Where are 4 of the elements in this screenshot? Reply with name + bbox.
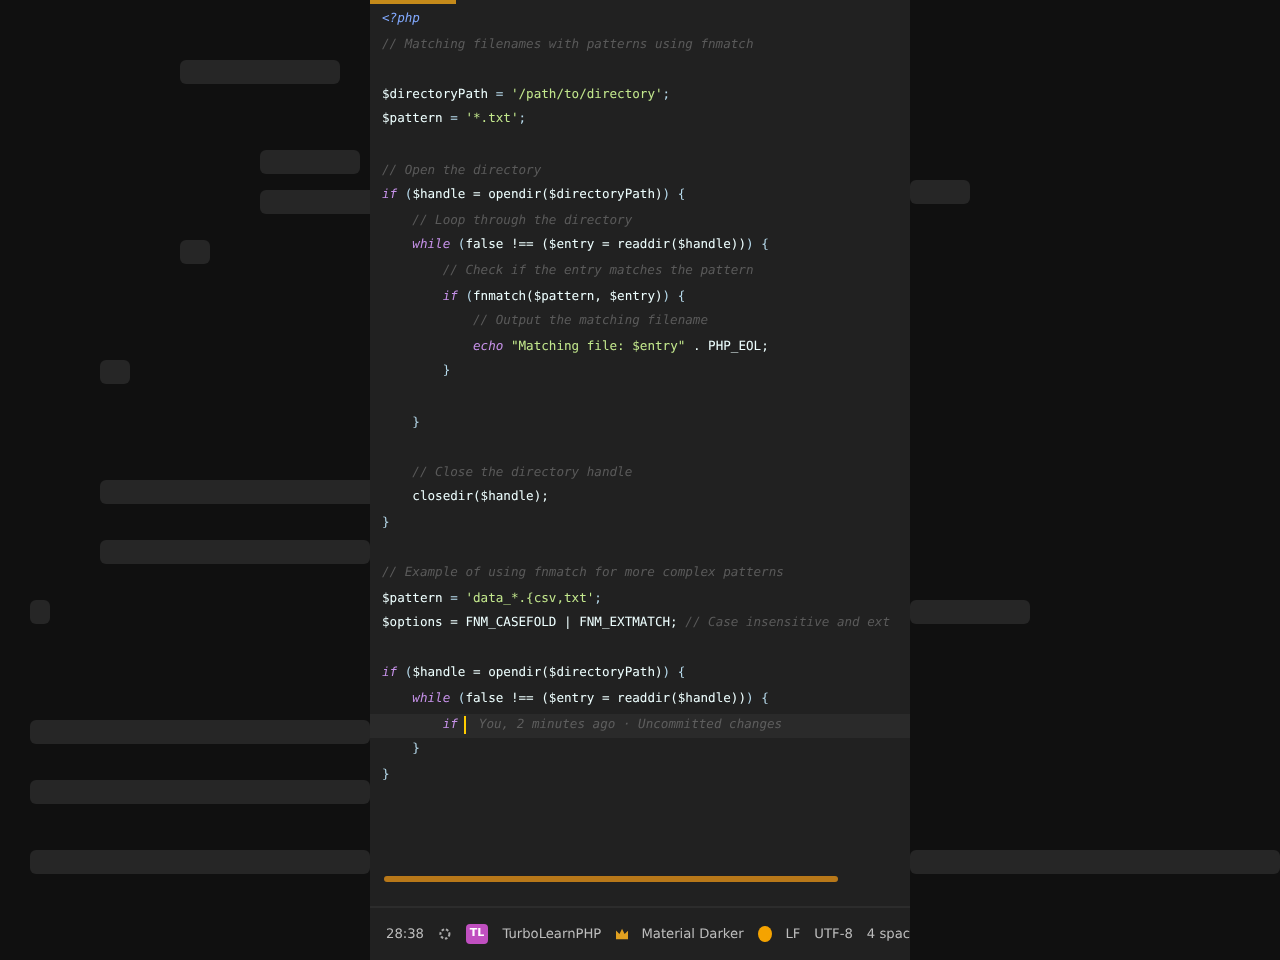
- horizontal-scrollbar[interactable]: [384, 876, 838, 882]
- crown-icon: [615, 928, 628, 940]
- status-dot[interactable]: [757, 926, 772, 942]
- text-cursor: [463, 716, 467, 735]
